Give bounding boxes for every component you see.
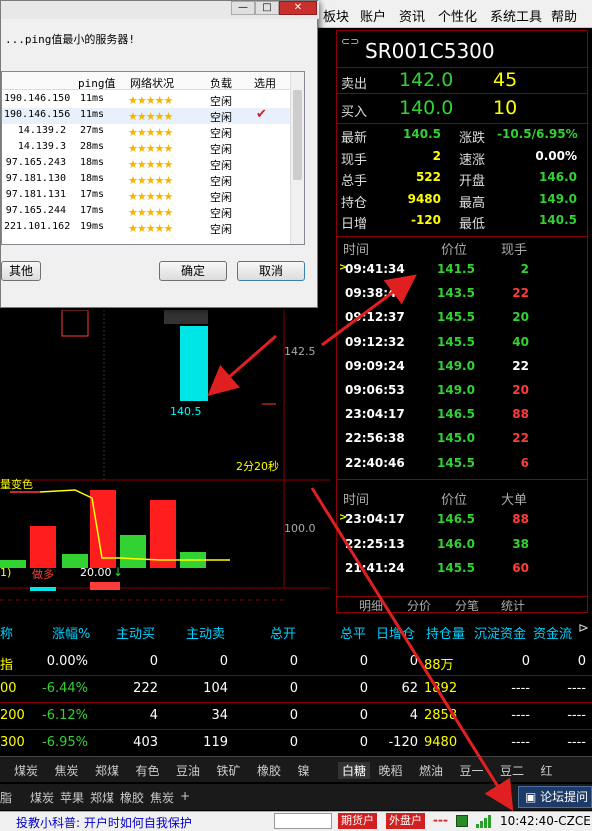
server-ip: 97.165.243 xyxy=(5,157,66,168)
server-load: 空闲 xyxy=(210,191,232,204)
server-row[interactable]: 97.165.244 17ms ★★★★★ 空闲 xyxy=(2,204,292,220)
star-icons: ★★★★★ xyxy=(128,222,173,235)
server-ip: 221.101.162 xyxy=(4,221,71,232)
star-icons: ★★★★★ xyxy=(128,110,173,123)
star-icons: ★★★★★ xyxy=(128,94,173,107)
server-ping: 17ms xyxy=(80,205,105,216)
server-ping: 28ms xyxy=(80,141,105,152)
server-ping: 18ms xyxy=(80,157,105,168)
star-icons: ★★★★★ xyxy=(128,158,173,171)
server-ip: 14.139.2 xyxy=(17,125,66,136)
other-button[interactable]: 其他 xyxy=(1,261,41,281)
star-icons: ★★★★★ xyxy=(128,142,173,155)
server-list: ping值 网络状况 负载 选用 190.146.150 11ms ★★★★★ 空闲 1… xyxy=(1,71,305,245)
dialog-prompt: ...ping值最小的服务器! xyxy=(5,33,135,46)
close-button[interactable]: ✕ xyxy=(279,1,317,15)
server-ping: 11ms xyxy=(80,93,105,104)
server-ip: 97.181.131 xyxy=(5,189,66,200)
server-load: 空闲 xyxy=(210,111,232,124)
server-row[interactable]: 14.139.2 27ms ★★★★★ 空闲 xyxy=(2,124,292,140)
server-row[interactable]: 190.146.156 11ms ★★★★★ 空闲 ✔ xyxy=(2,107,292,124)
server-ip: 190.146.150 xyxy=(4,93,71,104)
star-icons: ★★★★★ xyxy=(128,190,173,203)
server-ip: 97.181.130 xyxy=(5,173,66,184)
server-load: 空闲 xyxy=(210,143,232,156)
check-icon: ✔ xyxy=(256,107,267,122)
minimize-button[interactable]: — xyxy=(231,1,255,15)
cancel-button[interactable]: 取消 xyxy=(237,261,305,281)
server-ping: 11ms xyxy=(80,109,105,120)
server-ip: 97.165.244 xyxy=(5,205,66,216)
server-ping: 27ms xyxy=(80,125,105,136)
server-ping: 18ms xyxy=(80,173,105,184)
list-scrollbar[interactable] xyxy=(290,72,304,244)
star-icons: ★★★★★ xyxy=(128,126,173,139)
scrollbar-thumb[interactable] xyxy=(293,90,302,180)
server-row[interactable]: 221.101.162 19ms ★★★★★ 空闲 xyxy=(2,220,292,236)
col-ping[interactable]: ping值 xyxy=(78,75,116,91)
server-load: 空闲 xyxy=(210,175,232,188)
maximize-button[interactable]: □ xyxy=(255,1,279,15)
server-load: 空闲 xyxy=(210,223,232,236)
server-select-dialog: — □ ✕ ...ping值最小的服务器! ping值 网络状况 负载 选用 1… xyxy=(0,0,319,308)
server-row[interactable]: 97.165.243 18ms ★★★★★ 空闲 xyxy=(2,156,292,172)
server-load: 空闲 xyxy=(210,95,232,108)
col-select[interactable]: 选用 xyxy=(254,75,276,91)
server-row[interactable]: 97.181.130 18ms ★★★★★ 空闲 xyxy=(2,172,292,188)
server-row[interactable]: 190.146.150 11ms ★★★★★ 空闲 xyxy=(2,92,292,108)
server-ping: 17ms xyxy=(80,189,105,200)
annotation-arrow-to-tick xyxy=(321,274,417,347)
server-load: 空闲 xyxy=(210,127,232,140)
server-row[interactable]: 97.181.131 17ms ★★★★★ 空闲 xyxy=(2,188,292,204)
star-icons: ★★★★★ xyxy=(128,206,173,219)
star-icons: ★★★★★ xyxy=(128,174,173,187)
server-ping: 19ms xyxy=(80,221,105,232)
col-load[interactable]: 负载 xyxy=(210,75,232,91)
server-load: 空闲 xyxy=(210,207,232,220)
server-load: 空闲 xyxy=(210,159,232,172)
server-ip: 190.146.156 xyxy=(4,109,71,120)
col-network[interactable]: 网络状况 xyxy=(130,75,174,91)
annotation-arrow-to-candle xyxy=(207,334,277,396)
ok-button[interactable]: 确定 xyxy=(159,261,227,281)
annotation-arrow-to-clock xyxy=(310,487,514,812)
server-row[interactable]: 14.139.3 28ms ★★★★★ 空闲 xyxy=(2,140,292,156)
server-ip: 14.139.3 xyxy=(17,141,66,152)
